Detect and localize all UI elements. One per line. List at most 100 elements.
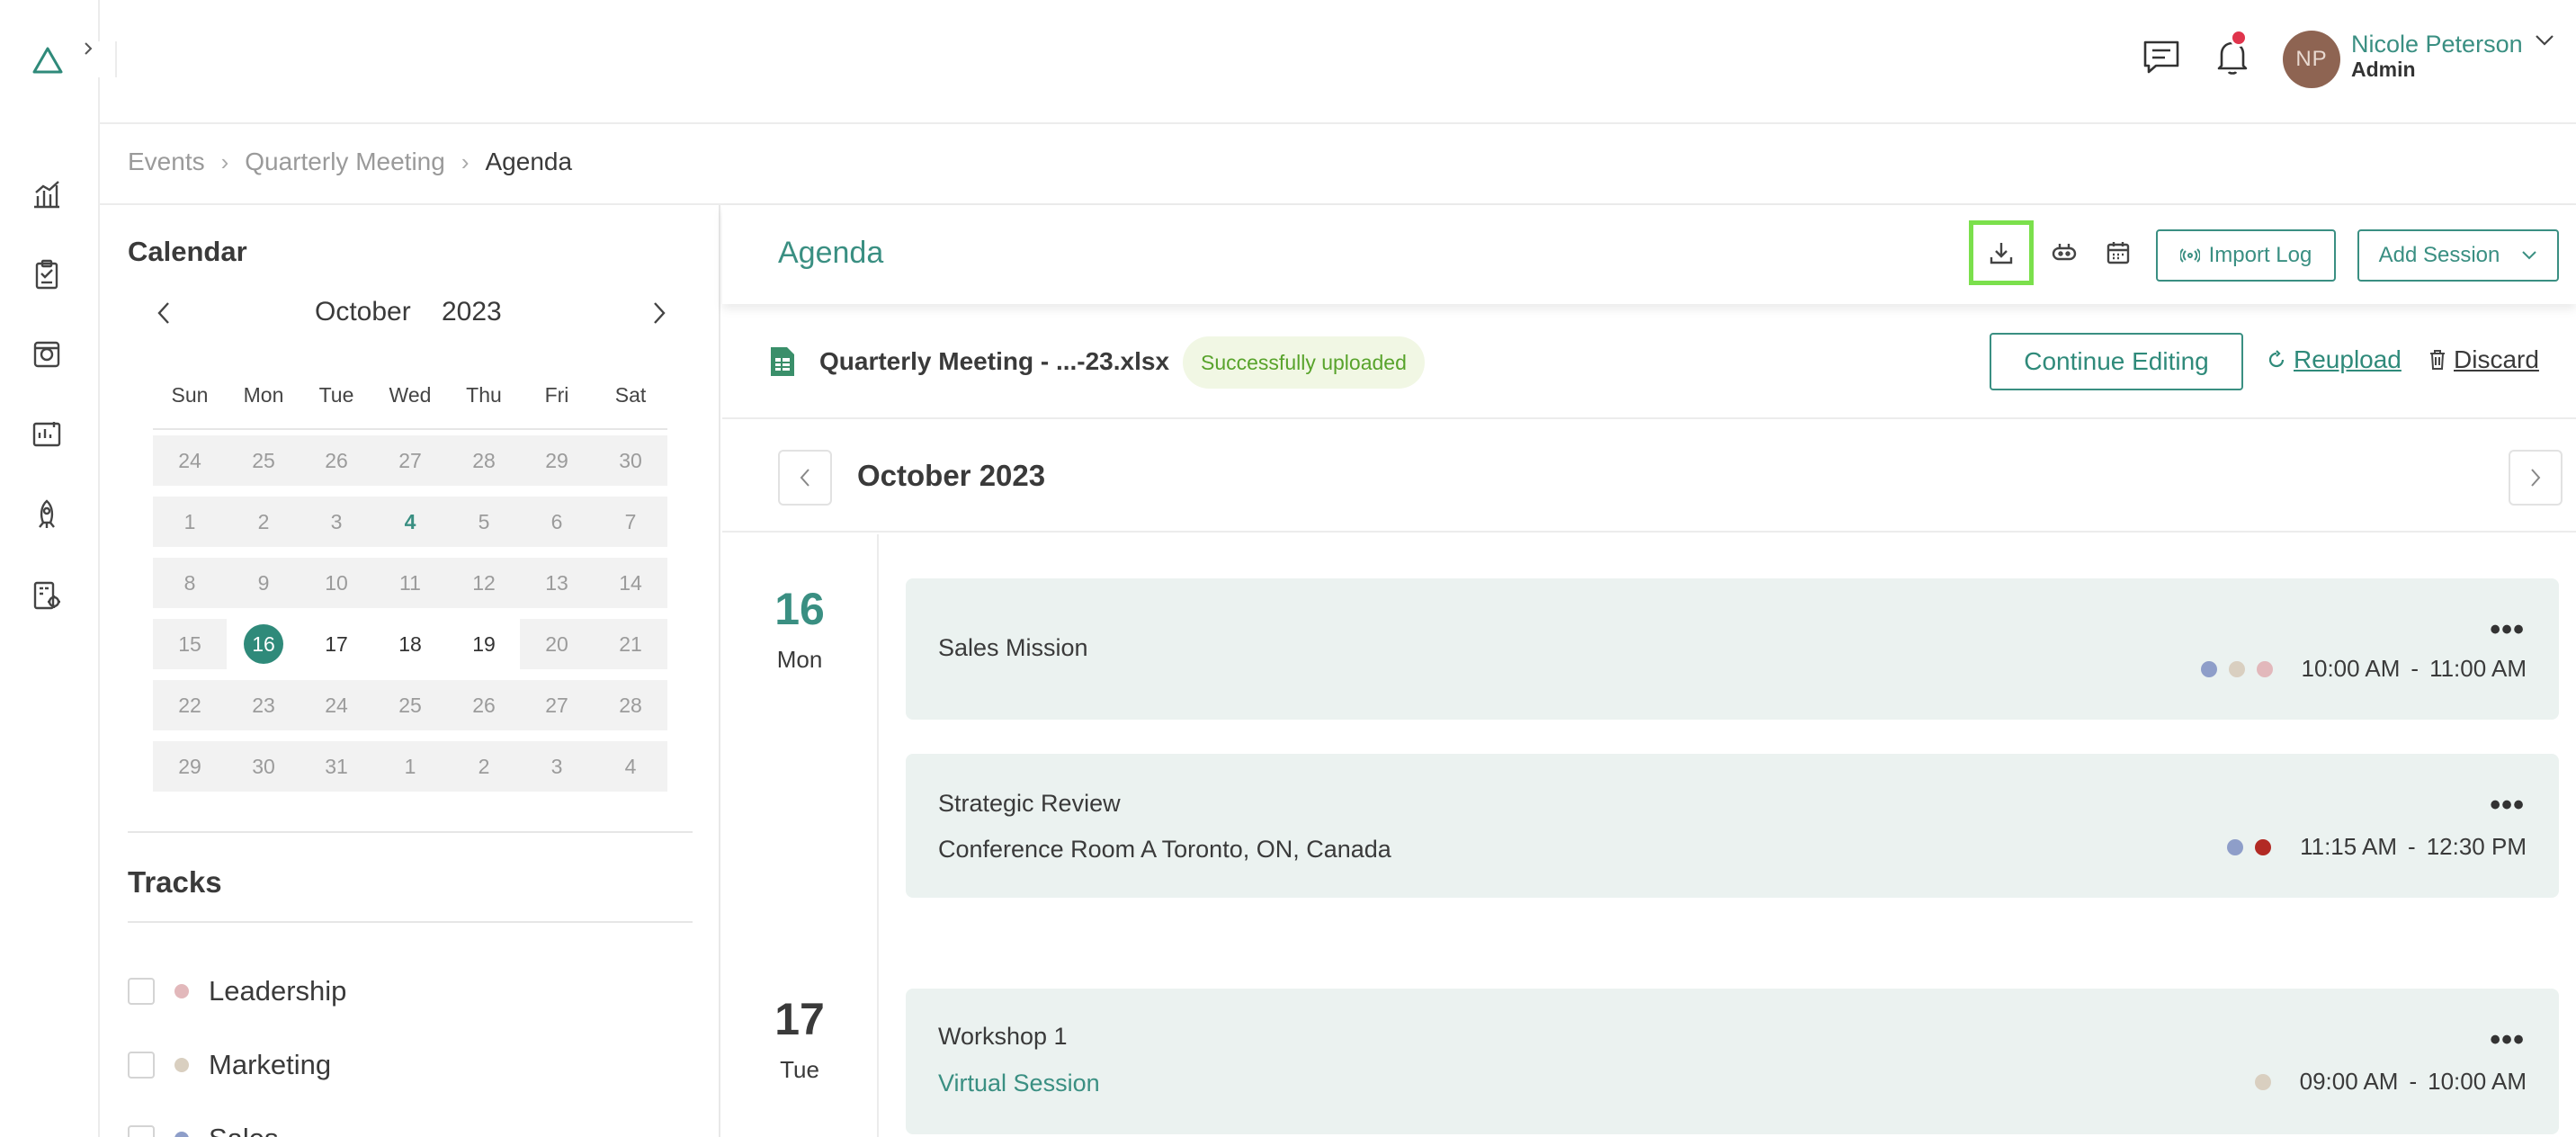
breadcrumb-quarterly-meeting[interactable]: Quarterly Meeting — [245, 148, 445, 176]
upload-status-bar: Quarterly Meeting - ...-23.xlsx Successf… — [722, 304, 2576, 419]
reupload-link[interactable]: Reupload — [2267, 345, 2402, 374]
calendar-day[interactable]: 17 — [300, 619, 373, 669]
calendar-day[interactable]: 24 — [153, 435, 227, 486]
calendar-day[interactable]: 7 — [594, 497, 667, 547]
rocket-icon[interactable] — [29, 497, 65, 533]
track-checkbox[interactable] — [128, 1052, 155, 1079]
calendar-day[interactable]: 29 — [520, 435, 594, 486]
session-location: Conference Room A Toronto, ON, Canada — [938, 836, 1391, 863]
add-session-button[interactable]: Add Session — [2357, 229, 2559, 282]
calendar-day-selected[interactable]: 16 — [227, 619, 300, 669]
calendar-day[interactable]: 10 — [300, 558, 373, 608]
calendar-day[interactable]: 22 — [153, 680, 227, 730]
calendar-day[interactable]: 31 — [300, 741, 373, 792]
next-month-button[interactable] — [2509, 450, 2563, 506]
calendar-day[interactable]: 19 — [447, 619, 521, 669]
calendar-day[interactable]: 15 — [153, 619, 227, 669]
calendar-day-today[interactable]: 4 — [373, 497, 447, 547]
session-card[interactable]: Workshop 1 Virtual Session ••• 09:00 AM … — [906, 989, 2559, 1134]
calendar-day[interactable]: 26 — [447, 680, 521, 730]
session-card[interactable]: Strategic Review Conference Room A Toron… — [906, 754, 2559, 898]
prev-month-button[interactable] — [778, 450, 832, 506]
track-label: Leadership — [209, 975, 347, 1007]
more-options-icon[interactable]: ••• — [2490, 1025, 2525, 1055]
calendar-day[interactable]: 25 — [227, 435, 300, 486]
weekday-header: Sat — [614, 383, 647, 407]
calendar-day[interactable]: 24 — [300, 680, 373, 730]
calendar-day[interactable]: 26 — [300, 435, 373, 486]
calendar-day[interactable]: 23 — [227, 680, 300, 730]
session-start-time: 09:00 AM — [2299, 1068, 2399, 1095]
calendar-day[interactable]: 1 — [153, 497, 227, 547]
calendar-day[interactable]: 12 — [447, 558, 521, 608]
calendar-day[interactable]: 3 — [300, 497, 373, 547]
user-name[interactable]: Nicole Peterson — [2351, 31, 2523, 58]
calendar-day[interactable]: 27 — [373, 435, 447, 486]
calendar-day[interactable]: 5 — [447, 497, 521, 547]
calendar-day[interactable]: 3 — [520, 741, 594, 792]
calendar-day[interactable]: 8 — [153, 558, 227, 608]
clipboard-icon[interactable] — [29, 256, 65, 292]
analytics-icon[interactable] — [29, 176, 65, 212]
download-button[interactable] — [1969, 220, 2034, 285]
calendar-day[interactable]: 28 — [447, 435, 521, 486]
calendar-month[interactable]: October — [315, 297, 411, 327]
breadcrumb-events[interactable]: Events — [128, 148, 205, 176]
time-separator: - — [2408, 833, 2416, 860]
import-log-button[interactable]: Import Log — [2156, 229, 2336, 282]
session-card[interactable]: Sales Mission ••• 10:00 AM - 11:00 AM — [906, 578, 2559, 720]
calendar-day[interactable]: 13 — [520, 558, 594, 608]
more-options-icon[interactable]: ••• — [2490, 790, 2525, 820]
calendar-day[interactable]: 11 — [373, 558, 447, 608]
calendar-view-button[interactable] — [2096, 230, 2141, 275]
weekday-header: Mon — [243, 383, 284, 407]
calendar-day[interactable]: 29 — [153, 741, 227, 792]
calendar-day[interactable]: 25 — [373, 680, 447, 730]
calendar-year[interactable]: 2023 — [442, 297, 502, 327]
track-filter-marketing[interactable]: Marketing — [128, 1047, 331, 1083]
track-dot — [2256, 660, 2273, 677]
top-bar — [100, 0, 2576, 124]
calendar-day[interactable]: 2 — [447, 741, 521, 792]
chevron-down-icon — [2522, 251, 2537, 260]
calendar-prev-month-button[interactable] — [148, 297, 180, 329]
calendar-day[interactable]: 21 — [594, 619, 667, 669]
track-checkbox[interactable] — [128, 1125, 155, 1137]
calendar-next-month-button[interactable] — [643, 297, 675, 329]
weekday-header: Tue — [318, 383, 354, 407]
settings-building-icon[interactable] — [29, 577, 65, 613]
more-options-icon[interactable]: ••• — [2490, 614, 2525, 645]
calendar-day[interactable]: 27 — [520, 680, 594, 730]
calendar-day[interactable]: 18 — [373, 619, 447, 669]
status-badge: Successfully uploaded — [1183, 336, 1425, 389]
calendar-day[interactable]: 9 — [227, 558, 300, 608]
dashboard-icon[interactable] — [29, 416, 65, 452]
calendar-day[interactable]: 20 — [520, 619, 594, 669]
calendar-week: 15 16 17 18 19 20 21 — [153, 619, 667, 669]
calendar-day[interactable]: 1 — [373, 741, 447, 792]
session-time: 09:00 AM - 10:00 AM — [2254, 1068, 2527, 1096]
calendar-day[interactable]: 2 — [227, 497, 300, 547]
chevron-down-icon[interactable] — [2535, 34, 2554, 51]
logo-icon[interactable] — [31, 43, 65, 77]
chevron-right-icon — [85, 42, 93, 55]
calendar-day[interactable]: 30 — [594, 435, 667, 486]
integration-button[interactable] — [2042, 230, 2087, 275]
media-icon[interactable] — [29, 336, 65, 372]
track-checkbox[interactable] — [128, 978, 155, 1005]
calendar-panel: Calendar October 2023 Sun Mon Tue Wed Th… — [100, 205, 720, 1137]
calendar-day[interactable]: 14 — [594, 558, 667, 608]
calendar-day[interactable]: 30 — [227, 741, 300, 792]
track-color-dot — [174, 1058, 189, 1072]
continue-editing-button[interactable]: Continue Editing — [1990, 333, 2243, 390]
discard-link[interactable]: Discard — [2428, 345, 2539, 374]
avatar[interactable]: NP — [2283, 31, 2340, 88]
month-navigator: October 2023 — [722, 421, 2576, 533]
page-title: Agenda — [778, 236, 884, 270]
chat-icon[interactable] — [2139, 34, 2184, 79]
calendar-day[interactable]: 28 — [594, 680, 667, 730]
track-filter-sales[interactable]: Sales — [128, 1121, 279, 1137]
track-filter-leadership[interactable]: Leadership — [128, 973, 346, 1009]
calendar-day[interactable]: 6 — [520, 497, 594, 547]
calendar-day[interactable]: 4 — [594, 741, 667, 792]
